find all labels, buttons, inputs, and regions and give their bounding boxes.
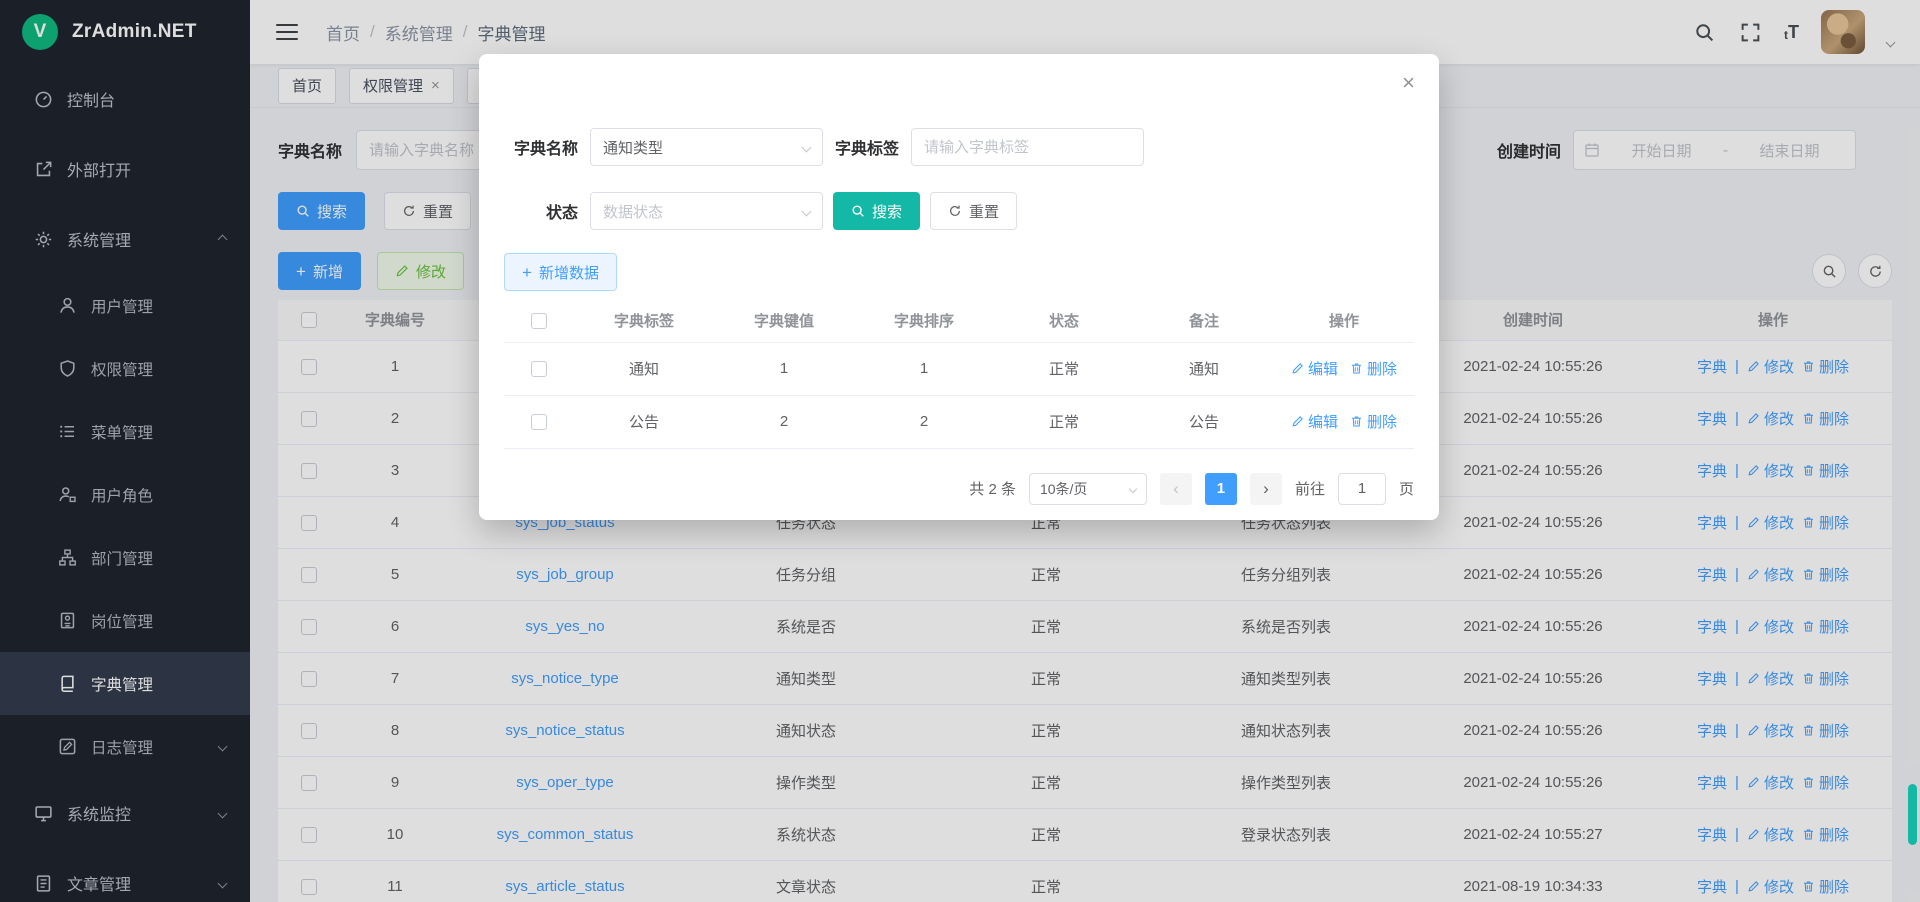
cell-remark: 通知 bbox=[1134, 342, 1274, 395]
dialog-search-button[interactable]: 搜索 bbox=[833, 192, 920, 230]
col-header-status: 状态 bbox=[994, 300, 1134, 342]
dialog-dict-label-label: 字典标签 bbox=[835, 135, 899, 159]
dialog-reset-button[interactable]: 重置 bbox=[930, 192, 1017, 230]
chevron-down-icon bbox=[802, 142, 812, 152]
dialog-filter-row-2: 状态 数据状态 搜索 重置 bbox=[504, 192, 1414, 230]
dialog-dict-name-label: 字典名称 bbox=[504, 135, 578, 159]
dialog-select-all-checkbox[interactable] bbox=[531, 313, 547, 329]
dialog-table-header-row: 字典标签 字典键值 字典排序 状态 备注 操作 bbox=[504, 300, 1414, 342]
dialog-table: 字典标签 字典键值 字典排序 状态 备注 操作 通知 1 1 正常 通知 编辑 … bbox=[504, 300, 1414, 449]
cell-dict-value: 2 bbox=[714, 395, 854, 448]
dialog-dict-name-select[interactable]: 通知类型 bbox=[590, 128, 823, 166]
dialog-close-button[interactable]: × bbox=[1402, 72, 1415, 94]
cell-dict-sort: 1 bbox=[854, 342, 994, 395]
col-header-dict-label: 字典标签 bbox=[574, 300, 714, 342]
dialog-filter-row-1: 字典名称 通知类型 字典标签 bbox=[504, 128, 1414, 166]
goto-suffix: 页 bbox=[1399, 478, 1414, 499]
col-header-dict-sort: 字典排序 bbox=[854, 300, 994, 342]
dialog-add-data-button[interactable]: + 新增数据 bbox=[504, 253, 617, 291]
cell-status: 正常 bbox=[994, 395, 1134, 448]
next-page-button[interactable]: › bbox=[1250, 473, 1282, 505]
row-checkbox[interactable] bbox=[531, 414, 547, 430]
chevron-down-icon bbox=[802, 206, 812, 216]
cell-status: 正常 bbox=[994, 342, 1134, 395]
dict-data-dialog: × 字典名称 通知类型 字典标签 状态 数据状态 搜索 重置 bbox=[479, 54, 1439, 520]
dialog-table-row: 公告 2 2 正常 公告 编辑 删除 bbox=[504, 395, 1414, 448]
cell-dict-value: 1 bbox=[714, 342, 854, 395]
delete-link[interactable]: 删除 bbox=[1350, 358, 1397, 379]
row-checkbox[interactable] bbox=[531, 361, 547, 377]
cell-dict-label: 公告 bbox=[574, 395, 714, 448]
pagination-total: 共 2 条 bbox=[969, 478, 1016, 499]
screen: V ZrAdmin.NET 控制台 外部打开 系统管理 用户管理 权限管理 菜单… bbox=[0, 0, 1920, 902]
dialog-status-select[interactable]: 数据状态 bbox=[590, 192, 823, 230]
col-header-dict-value: 字典键值 bbox=[714, 300, 854, 342]
edit-link[interactable]: 编辑 bbox=[1291, 411, 1338, 432]
goto-label: 前往 bbox=[1295, 478, 1325, 499]
dialog-add-row: + 新增数据 bbox=[504, 253, 1414, 291]
dialog-dict-label-input[interactable] bbox=[911, 128, 1144, 166]
dialog-table-body: 通知 1 1 正常 通知 编辑 删除 公告 2 2 正常 公告 编辑 删除 bbox=[504, 342, 1414, 448]
page-size-select[interactable]: 10条/页 bbox=[1029, 473, 1147, 505]
col-header-actions: 操作 bbox=[1274, 300, 1414, 342]
dialog-status-label: 状态 bbox=[504, 199, 578, 223]
cell-dict-sort: 2 bbox=[854, 395, 994, 448]
pagination: 共 2 条 10条/页 ‹ 1 › 前往 页 bbox=[504, 473, 1414, 505]
cell-remark: 公告 bbox=[1134, 395, 1274, 448]
dialog-table-row: 通知 1 1 正常 通知 编辑 删除 bbox=[504, 342, 1414, 395]
row-actions: 编辑 删除 bbox=[1274, 343, 1414, 395]
chevron-down-icon bbox=[1129, 484, 1137, 492]
edit-link[interactable]: 编辑 bbox=[1291, 358, 1338, 379]
cell-dict-label: 通知 bbox=[574, 342, 714, 395]
goto-page-input[interactable] bbox=[1338, 473, 1386, 505]
row-actions: 编辑 删除 bbox=[1274, 396, 1414, 448]
prev-page-button[interactable]: ‹ bbox=[1160, 473, 1192, 505]
col-header-remark: 备注 bbox=[1134, 300, 1274, 342]
page-scrollbar-thumb[interactable] bbox=[1908, 784, 1917, 845]
delete-link[interactable]: 删除 bbox=[1350, 411, 1397, 432]
page-button-1[interactable]: 1 bbox=[1205, 473, 1237, 505]
